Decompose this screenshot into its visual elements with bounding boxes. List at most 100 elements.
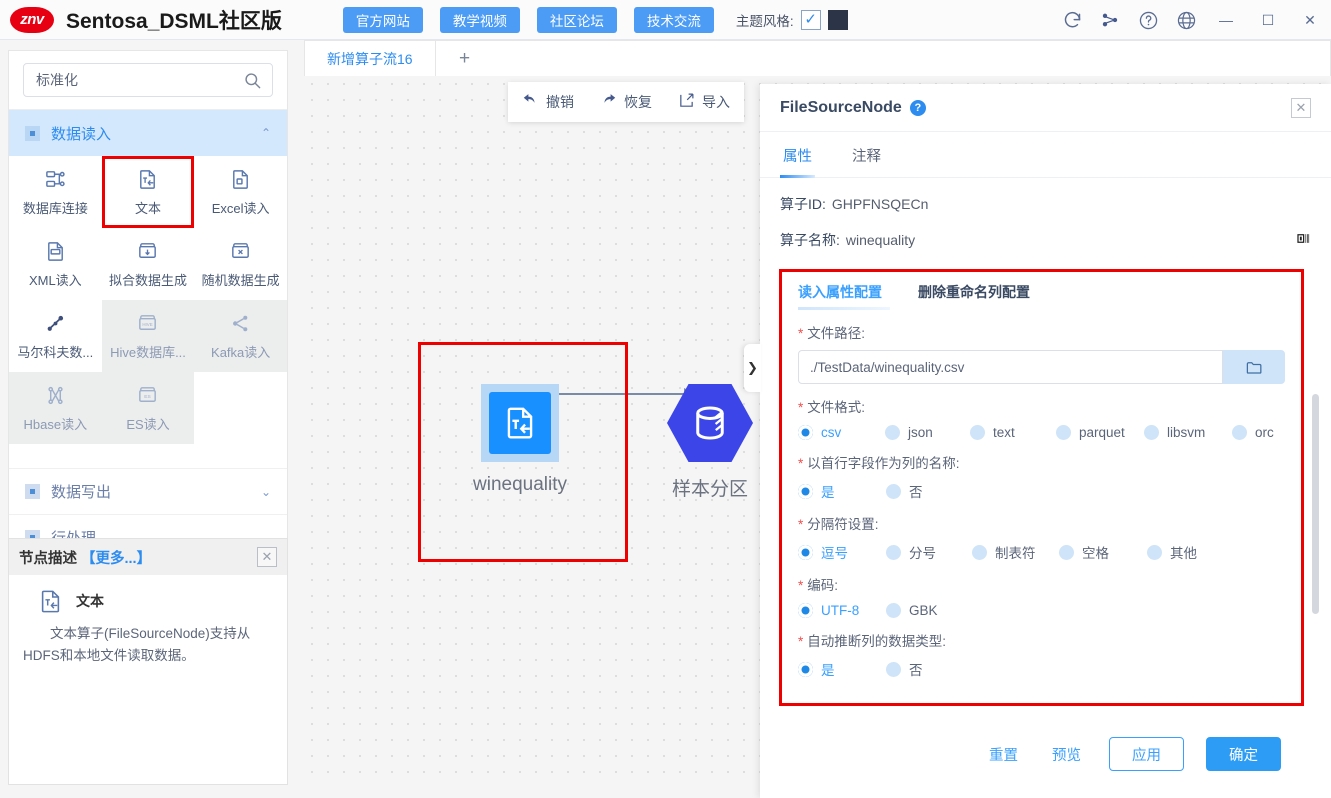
node-description-more-link[interactable]: 【更多...】: [81, 547, 151, 568]
radio-comma[interactable]: 逗号: [798, 542, 886, 562]
import-button[interactable]: 导入: [678, 92, 730, 112]
radio-header-yes[interactable]: 是: [798, 481, 886, 501]
search-box[interactable]: [23, 63, 273, 97]
operator-markov-data[interactable]: 马尔科夫数...: [9, 300, 102, 372]
label-text: 分隔符设置:: [807, 517, 879, 532]
radio-other[interactable]: 其他: [1147, 542, 1197, 562]
radio-label: text: [993, 425, 1015, 440]
language-globe-icon[interactable]: [1167, 0, 1205, 40]
chevron-down-icon[interactable]: ⌄: [261, 485, 271, 499]
node-graph-icon[interactable]: [1091, 0, 1129, 40]
panel-collapse-handle[interactable]: ❯: [744, 344, 761, 392]
operator-name-row: 算子名称: winequality: [760, 230, 1331, 250]
radio-text[interactable]: text: [970, 425, 1056, 440]
radio-parquet[interactable]: parquet: [1056, 425, 1144, 440]
radio-tab[interactable]: 制表符: [972, 542, 1059, 562]
chevron-up-icon[interactable]: ⌃: [261, 126, 271, 140]
search-icon[interactable]: [243, 71, 262, 90]
radio-header-no[interactable]: 否: [886, 481, 923, 501]
flow-node-winequality[interactable]: winequality: [473, 384, 567, 496]
theme-style-label: 主题风格:: [735, 13, 794, 29]
sidebar-category-data-read[interactable]: 数据读入 ⌃: [9, 110, 287, 156]
auto-infer-radio-group: 是 否: [798, 659, 1285, 679]
label-text: 文件路径:: [807, 326, 866, 341]
minimize-button[interactable]: —: [1205, 0, 1247, 40]
radio-utf8[interactable]: UTF-8: [798, 603, 886, 618]
xml-file-icon: [44, 239, 67, 263]
flow-tab-active[interactable]: 新增算子流16: [305, 41, 436, 76]
operator-label: 数据库连接: [22, 201, 88, 216]
panel-header: FileSourceNode ? ✕: [760, 84, 1331, 132]
operator-random-data-generate[interactable]: 随机数据生成: [194, 228, 287, 300]
confirm-button[interactable]: 确定: [1206, 737, 1281, 771]
community-forum-button[interactable]: 社区论坛: [536, 6, 617, 33]
operator-label: 拟合数据生成: [108, 273, 187, 288]
hive-icon: HIVE: [136, 311, 159, 335]
radio-label: UTF-8: [821, 603, 860, 618]
preview-button[interactable]: 预览: [1046, 743, 1087, 766]
help-icon[interactable]: [1129, 0, 1167, 40]
radio-dot: [1056, 425, 1071, 440]
radio-space[interactable]: 空格: [1059, 542, 1147, 562]
operator-kafka-read[interactable]: Kafka读入: [194, 300, 287, 372]
undo-button[interactable]: 撤销: [522, 92, 574, 112]
radio-infer-yes[interactable]: 是: [798, 659, 886, 679]
radio-gbk[interactable]: GBK: [886, 603, 938, 618]
radio-csv[interactable]: csv: [798, 425, 885, 440]
fit-data-icon: [136, 239, 159, 263]
tutorial-video-button[interactable]: 教学视频: [439, 6, 520, 33]
required-mark: *: [798, 326, 804, 341]
help-icon[interactable]: ?: [909, 99, 926, 116]
radio-libsvm[interactable]: libsvm: [1144, 425, 1232, 440]
radio-label: 否: [909, 485, 923, 500]
sub-tab-rename-columns[interactable]: 删除重命名列配置: [918, 282, 1030, 310]
search-input[interactable]: [34, 71, 243, 89]
operator-label: XML读入: [28, 273, 82, 288]
operator-database-connect[interactable]: 数据库连接: [9, 156, 102, 228]
operator-fit-data-generate[interactable]: 拟合数据生成: [102, 228, 195, 300]
close-button[interactable]: ✕: [1289, 0, 1331, 40]
config-scrollbar[interactable]: [1312, 394, 1319, 614]
operator-excel-read[interactable]: Excel读入: [194, 156, 287, 228]
sub-tab-read-properties[interactable]: 读入属性配置: [798, 282, 890, 310]
theme-checkbox[interactable]: ✓: [800, 9, 821, 30]
redo-button[interactable]: 恢复: [600, 92, 652, 112]
theme-color-swatch[interactable]: [827, 9, 848, 30]
official-site-button[interactable]: 官方网站: [342, 6, 423, 33]
reset-button[interactable]: 重置: [983, 743, 1024, 766]
operator-hbase-read[interactable]: Hbase读入: [9, 372, 102, 444]
apply-button[interactable]: 应用: [1109, 737, 1184, 771]
canvas-toolbar: 撤销 恢复 导入: [508, 82, 744, 122]
radio-json[interactable]: json: [885, 425, 970, 440]
maximize-button[interactable]: ☐: [1247, 0, 1289, 40]
radio-orc[interactable]: orc: [1232, 425, 1274, 440]
add-flow-tab-button[interactable]: +: [436, 41, 494, 76]
folder-icon[interactable]: [1223, 350, 1285, 384]
field-label: * 以首行字段作为列的名称:: [798, 452, 1285, 472]
operator-xml-read[interactable]: XML读入: [9, 228, 102, 300]
radio-dot: [1144, 425, 1159, 440]
operator-hive-database[interactable]: HIVE Hive数据库...: [101, 300, 195, 372]
tab-annotation[interactable]: 注释: [849, 132, 884, 177]
tech-exchange-button[interactable]: 技术交流: [633, 6, 714, 33]
operator-es-read[interactable]: ES ES读入: [101, 372, 195, 444]
radio-semicolon[interactable]: 分号: [886, 542, 972, 562]
text-file-icon: [136, 167, 159, 191]
label-text: 以首行字段作为列的名称:: [807, 456, 960, 471]
close-icon[interactable]: ✕: [1291, 97, 1311, 118]
operator-name-value: winequality: [845, 232, 916, 248]
separator-radio-group: 逗号 分号 制表符 空格 其他: [798, 542, 1285, 562]
title-bar-actions: — ☐ ✕: [1053, 0, 1331, 40]
refresh-icon[interactable]: [1053, 0, 1091, 40]
tab-properties[interactable]: 属性: [780, 132, 815, 178]
flow-node-sample-partition[interactable]: 样本分区: [667, 384, 753, 501]
close-icon[interactable]: ✕: [257, 547, 277, 567]
sidebar-category-data-write[interactable]: 数据写出 ⌄: [9, 468, 287, 514]
database-connect-icon: [44, 167, 67, 191]
radio-dot: [886, 661, 901, 677]
edit-name-icon[interactable]: [1295, 231, 1311, 250]
operator-text[interactable]: 文本: [101, 156, 195, 228]
radio-infer-no[interactable]: 否: [886, 659, 923, 679]
radio-label: json: [908, 425, 933, 440]
file-path-input[interactable]: [798, 350, 1223, 384]
